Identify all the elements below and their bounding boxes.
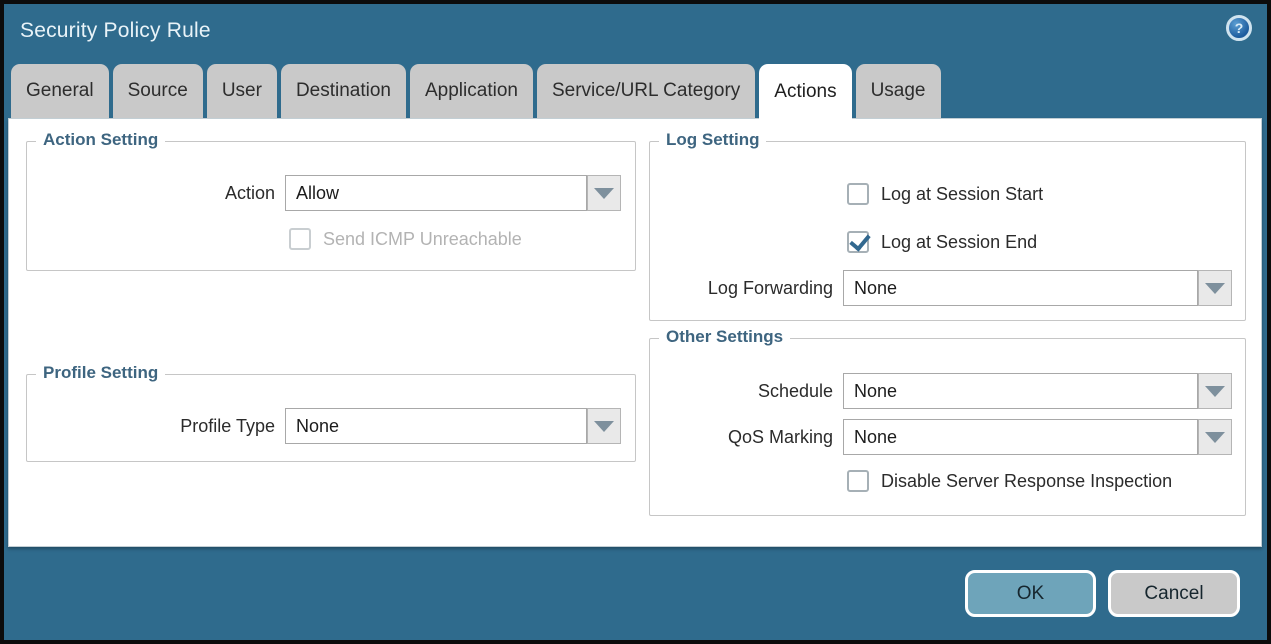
profile-setting-legend: Profile Setting	[36, 363, 165, 383]
tab-service-url-category[interactable]: Service/URL Category	[537, 64, 755, 118]
qos-marking-dropdown-value: None	[843, 419, 1198, 455]
title-bar: Security Policy Rule ?	[4, 4, 1267, 64]
tab-destination[interactable]: Destination	[281, 64, 406, 118]
schedule-label: Schedule	[650, 381, 833, 402]
tab-label: User	[222, 80, 262, 102]
profile-type-dropdown-value: None	[285, 408, 587, 444]
tab-label: Actions	[774, 81, 836, 103]
chevron-down-icon	[1205, 432, 1225, 443]
action-dropdown-value: Allow	[285, 175, 587, 211]
help-icon[interactable]: ?	[1226, 15, 1252, 41]
schedule-dropdown[interactable]: None	[843, 373, 1232, 409]
qos-marking-dropdown[interactable]: None	[843, 419, 1232, 455]
log-forwarding-dropdown[interactable]: None	[843, 270, 1232, 306]
profile-type-dropdown-button[interactable]	[587, 408, 621, 444]
tab-label: Application	[425, 80, 518, 102]
log-session-end-checkbox-row[interactable]: Log at Session End	[847, 231, 1037, 253]
tab-label: Service/URL Category	[552, 80, 740, 102]
profile-type-dropdown[interactable]: None	[285, 408, 621, 444]
chevron-down-icon	[1205, 283, 1225, 294]
log-session-start-checkbox[interactable]	[847, 183, 869, 205]
ok-button[interactable]: OK	[965, 570, 1096, 617]
profile-type-label: Profile Type	[27, 416, 275, 437]
chevron-down-icon	[594, 421, 614, 432]
tab-source[interactable]: Source	[113, 64, 203, 118]
log-forwarding-dropdown-button[interactable]	[1198, 270, 1232, 306]
log-setting-group: Log Setting Log at Session Start Log at …	[649, 141, 1246, 321]
chevron-down-icon	[594, 188, 614, 199]
tab-user[interactable]: User	[207, 64, 277, 118]
tab-label: Usage	[871, 80, 926, 102]
other-settings-group: Other Settings Schedule None QoS Marking…	[649, 338, 1246, 516]
schedule-row: Schedule None	[650, 373, 1232, 409]
profile-type-row: Profile Type None	[27, 408, 621, 444]
log-forwarding-label: Log Forwarding	[650, 278, 833, 299]
action-dropdown[interactable]: Allow	[285, 175, 621, 211]
send-icmp-unreachable-checkbox-row: Send ICMP Unreachable	[289, 228, 522, 250]
schedule-dropdown-button[interactable]	[1198, 373, 1232, 409]
action-label: Action	[27, 183, 275, 204]
tab-bar: General Source User Destination Applicat…	[11, 64, 941, 120]
other-settings-legend: Other Settings	[659, 327, 790, 347]
tab-label: General	[26, 80, 94, 102]
log-session-start-checkbox-row[interactable]: Log at Session Start	[847, 183, 1043, 205]
send-icmp-unreachable-label: Send ICMP Unreachable	[323, 229, 522, 250]
action-setting-group: Action Setting Action Allow Send ICMP Un…	[26, 141, 636, 271]
qos-marking-dropdown-button[interactable]	[1198, 419, 1232, 455]
log-session-end-checkbox[interactable]	[847, 231, 869, 253]
tab-label: Destination	[296, 80, 391, 102]
log-session-end-label: Log at Session End	[881, 232, 1037, 253]
profile-setting-group: Profile Setting Profile Type None	[26, 374, 636, 462]
tab-label: Source	[128, 80, 188, 102]
action-row: Action Allow	[27, 175, 621, 211]
log-forwarding-row: Log Forwarding None	[650, 270, 1232, 306]
schedule-dropdown-value: None	[843, 373, 1198, 409]
log-forwarding-dropdown-value: None	[843, 270, 1198, 306]
security-policy-rule-dialog: Security Policy Rule ? General Source Us…	[0, 0, 1271, 644]
tab-application[interactable]: Application	[410, 64, 533, 118]
log-session-start-label: Log at Session Start	[881, 184, 1043, 205]
cancel-button[interactable]: Cancel	[1108, 570, 1240, 617]
qos-marking-label: QoS Marking	[650, 427, 833, 448]
dialog-title: Security Policy Rule	[20, 19, 211, 43]
action-setting-legend: Action Setting	[36, 130, 165, 150]
send-icmp-unreachable-checkbox	[289, 228, 311, 250]
chevron-down-icon	[1205, 386, 1225, 397]
action-dropdown-button[interactable]	[587, 175, 621, 211]
tab-actions[interactable]: Actions	[759, 64, 851, 120]
qos-marking-row: QoS Marking None	[650, 419, 1232, 455]
log-setting-legend: Log Setting	[659, 130, 766, 150]
disable-server-response-inspection-checkbox[interactable]	[847, 470, 869, 492]
disable-server-response-inspection-checkbox-row[interactable]: Disable Server Response Inspection	[847, 470, 1172, 492]
tab-general[interactable]: General	[11, 64, 109, 118]
content-panel: Action Setting Action Allow Send ICMP Un…	[8, 118, 1262, 547]
disable-server-response-inspection-label: Disable Server Response Inspection	[881, 471, 1172, 492]
tab-usage[interactable]: Usage	[856, 64, 941, 118]
help-icon-glyph: ?	[1235, 20, 1244, 36]
